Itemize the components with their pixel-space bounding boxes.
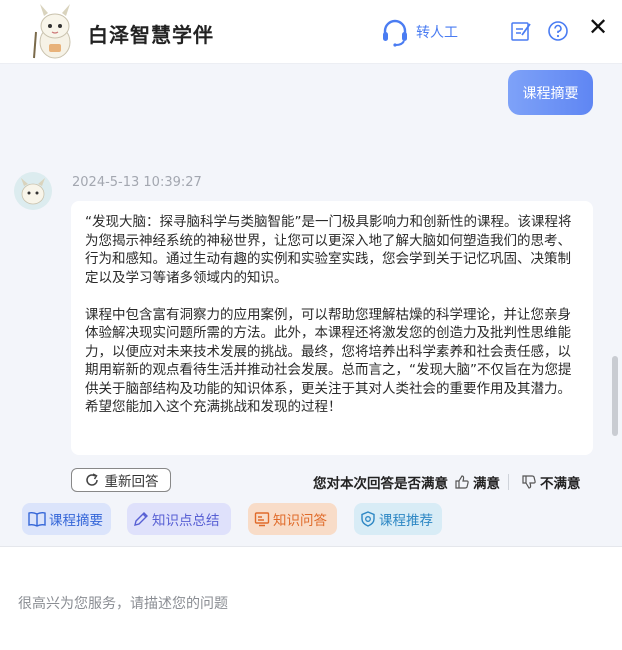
quick-action-course-recommend[interactable]: 课程推荐 — [354, 503, 442, 535]
regenerate-label: 重新回答 — [104, 474, 159, 490]
quick-action-course-summary[interactable]: 课程摘要 — [22, 503, 111, 535]
refresh-icon — [85, 473, 98, 486]
quick-action-label: 课程摘要 — [49, 513, 103, 529]
headset-icon — [383, 19, 407, 47]
user-message-bubble: 课程摘要 — [508, 70, 593, 115]
thumbs-up-icon — [455, 475, 469, 489]
help-icon[interactable] — [547, 20, 569, 42]
transfer-to-human-button[interactable]: 转人工 — [380, 17, 458, 47]
unsatisfied-button[interactable]: 不满意 — [515, 472, 581, 492]
transfer-label: 转人工 — [416, 25, 458, 41]
satisfied-button[interactable]: 满意 — [448, 472, 500, 492]
quick-action-knowledge-summary[interactable]: 知识点总结 — [127, 503, 231, 535]
close-icon[interactable]: ✕ — [588, 14, 608, 40]
satisfied-label: 满意 — [473, 476, 500, 492]
screen-icon — [254, 512, 270, 527]
thumbs-down-icon — [522, 475, 536, 489]
notepad-icon[interactable] — [510, 20, 532, 42]
assistant-avatar — [14, 172, 52, 210]
message-timestamp: 2024-5-13 10:39:27 — [72, 175, 202, 190]
header: 白泽智慧学伴 转人工 ✕ — [0, 0, 622, 64]
quick-action-knowledge-qa[interactable]: 知识问答 — [248, 503, 337, 535]
quick-action-label: 知识点总结 — [152, 513, 220, 529]
book-icon — [28, 511, 46, 527]
feedback-bar: 您对本次回答是否满意 满意 不满意 — [313, 471, 581, 493]
feedback-prompt: 您对本次回答是否满意 — [313, 476, 448, 492]
feedback-divider — [508, 474, 509, 490]
answer-paragraph: “发现大脑：探寻脑科学与类脑智能”是一门极具影响力和创新性的课程。该课程将为您揭… — [85, 214, 572, 286]
message-input[interactable] — [18, 593, 598, 621]
chat-area: 课程摘要 2024-5-13 10:39:27 “发现大脑：探寻脑科学与类脑智能… — [0, 64, 622, 546]
badge-icon — [361, 511, 375, 527]
assistant-answer: “发现大脑：探寻脑科学与类脑智能”是一门极具影响力和创新性的课程。该课程将为您揭… — [71, 201, 593, 455]
chat-scrollbar[interactable] — [612, 356, 618, 436]
quick-action-label: 知识问答 — [273, 513, 327, 529]
regenerate-button[interactable]: 重新回答 — [71, 468, 171, 492]
mascot-logo — [33, 4, 71, 59]
quick-action-label: 课程推荐 — [379, 513, 433, 529]
pen-icon — [134, 512, 148, 526]
input-area — [0, 546, 622, 650]
answer-paragraph: 课程中包含富有洞察力的应用案例，可以帮助您理解枯燥的科学理论，并让您亲身体验解决… — [85, 306, 572, 416]
app-title: 白泽智慧学伴 — [88, 23, 214, 47]
unsatisfied-label: 不满意 — [540, 476, 581, 492]
